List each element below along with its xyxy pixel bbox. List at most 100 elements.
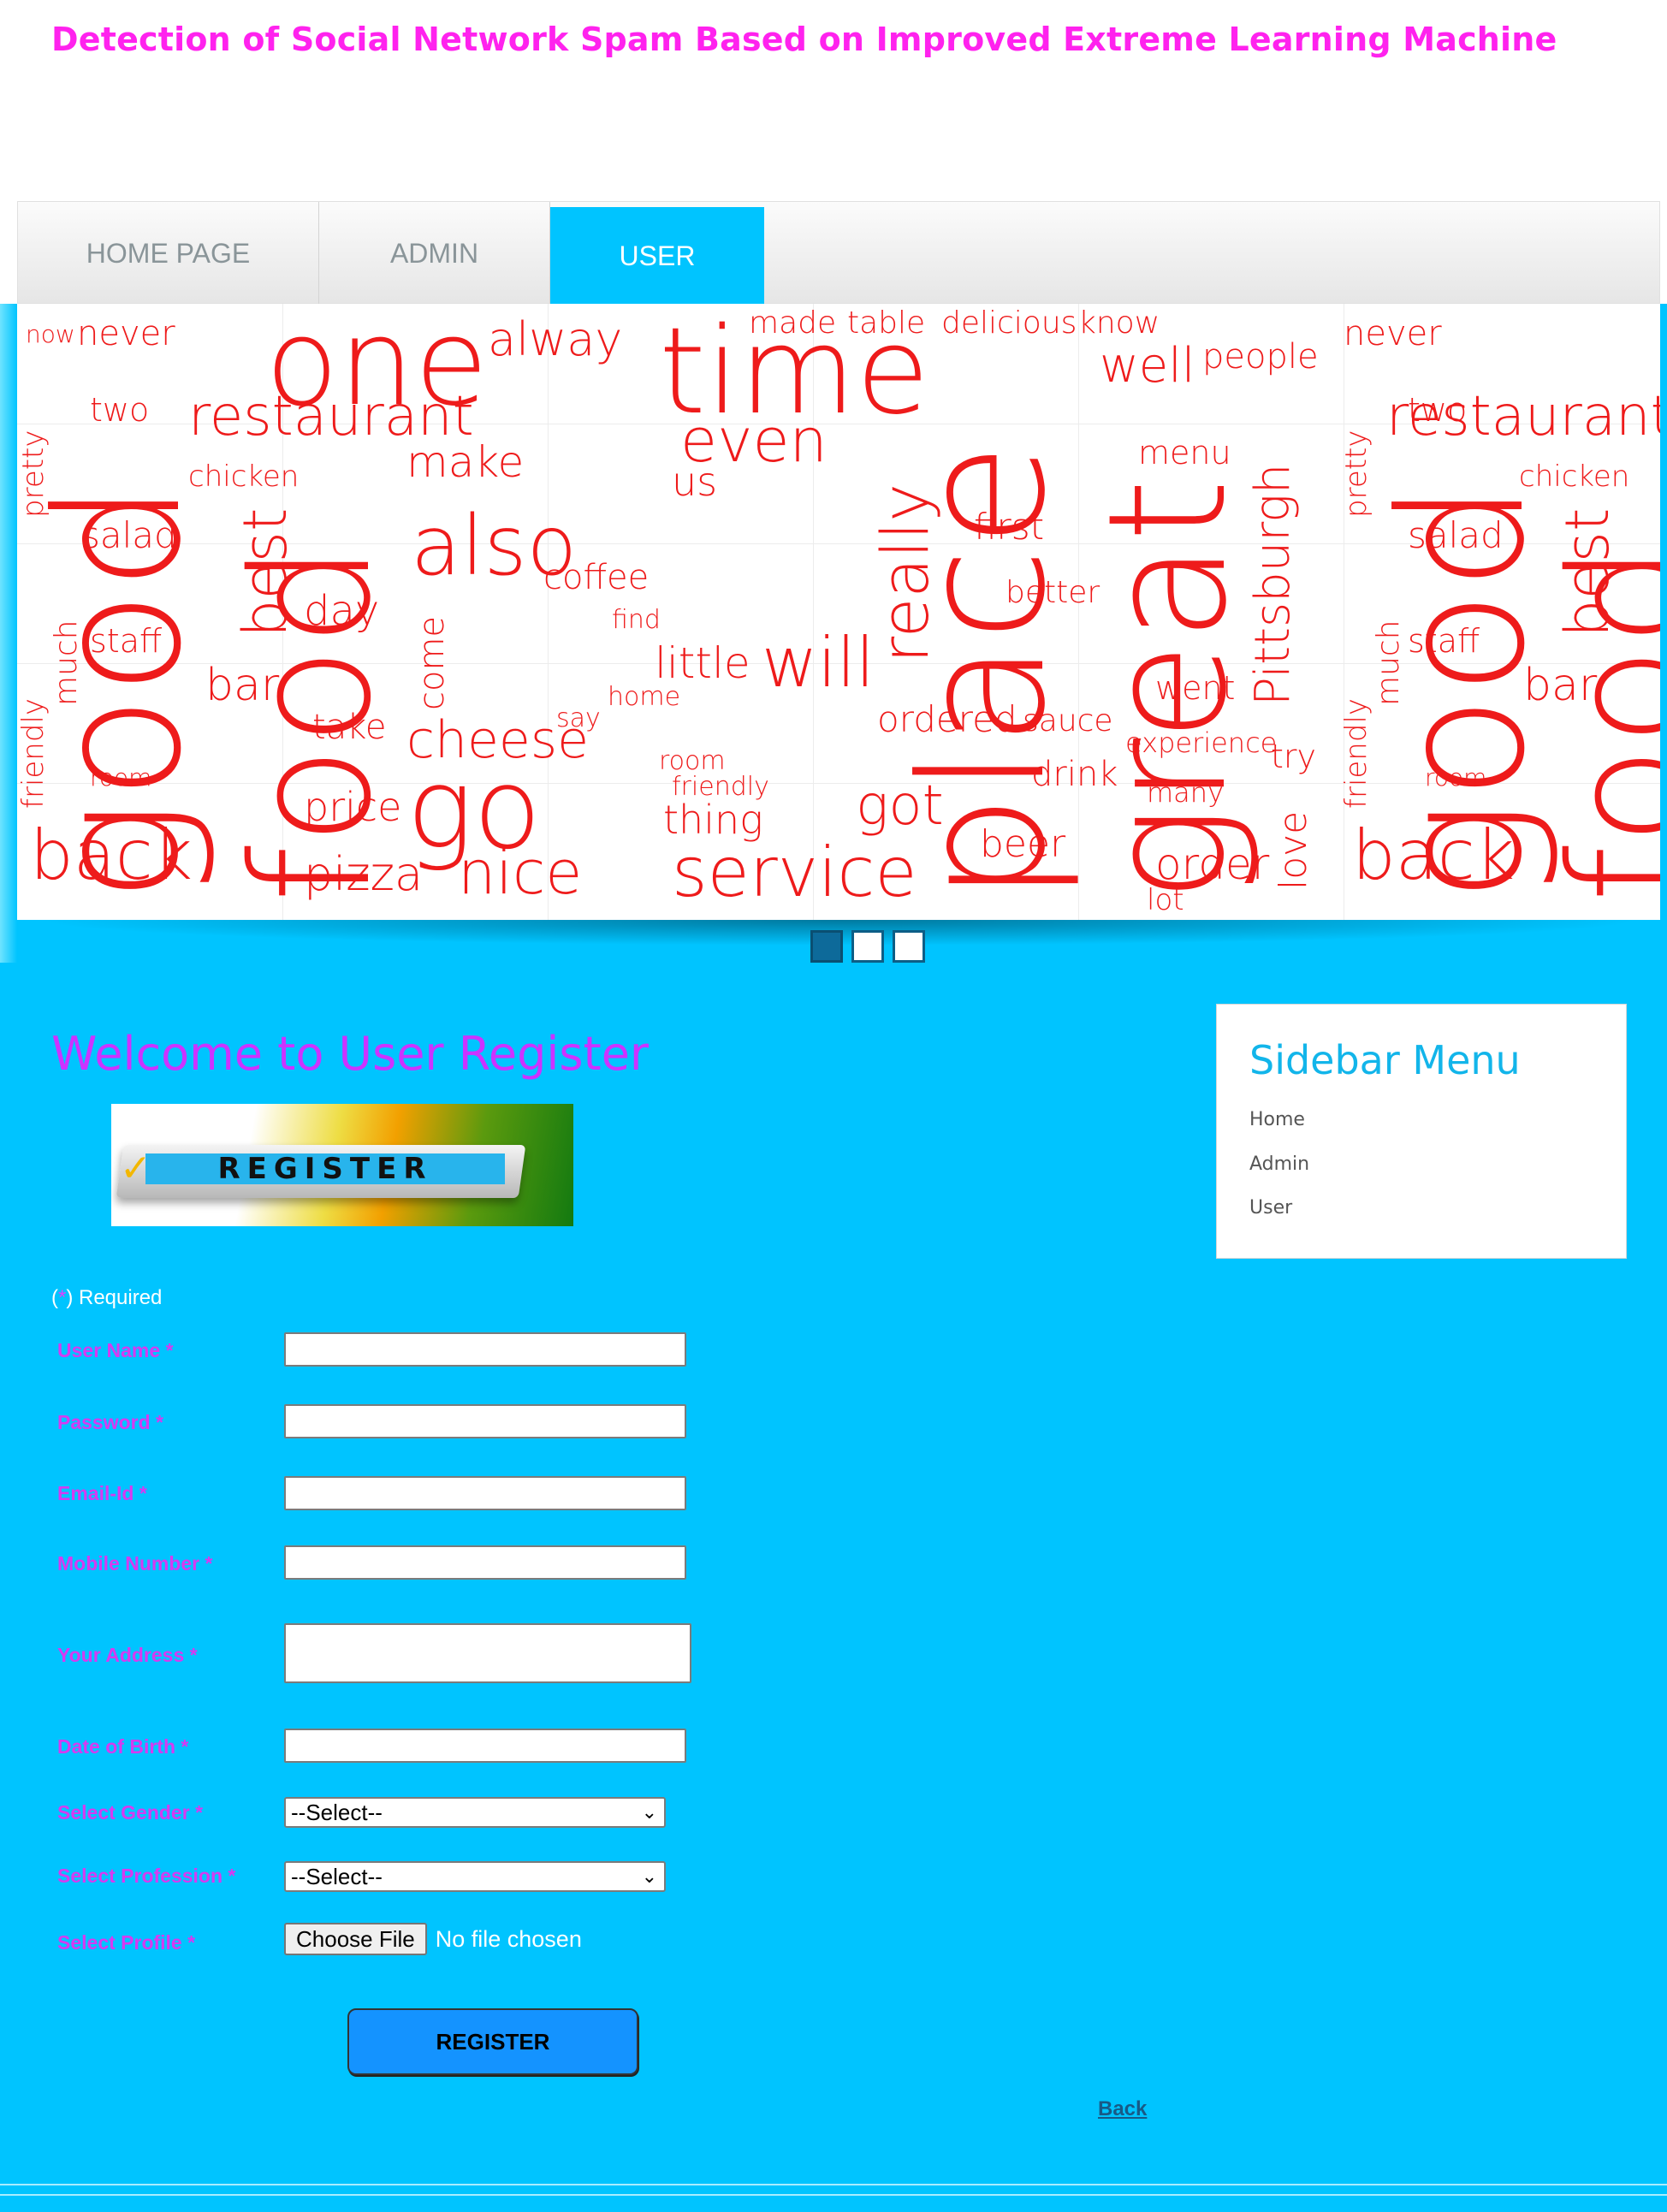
user-name-input[interactable] [284,1332,686,1367]
word-home: room [659,746,726,776]
word-drink: drink [1031,755,1118,794]
word-much: much [1371,620,1406,707]
word-friendly: friendly [1339,697,1373,809]
word-make: make [406,437,525,487]
word-us: us [672,459,718,505]
word-salad: salad [81,514,177,556]
word-better: better [1006,575,1100,610]
gender-select-value: --Select-- [291,1799,383,1825]
word-pittsburgh: Pittsburgh [1245,463,1301,706]
word-many: many [1147,776,1224,809]
word-never: never [1344,314,1442,353]
word-restaurant: restaurant [188,385,474,448]
email-label: Email-Id * [57,1482,147,1504]
dob-label: Date of Birth * [57,1735,189,1758]
word-back: back [1352,815,1516,895]
required-note: (*) Required [51,1286,162,1310]
word-went: went [1155,669,1236,707]
register-button[interactable]: REGISTER [347,2008,638,2075]
word-now: now [26,320,75,348]
chevron-down-icon: ⌄ [641,1865,657,1887]
gender-label: Select Gender * [57,1801,204,1824]
required-star: * [58,1286,67,1309]
word-bar: bar [205,660,280,711]
word-know: know [1078,305,1160,341]
email-input[interactable] [284,1476,686,1510]
word-bar: bar [1523,660,1598,711]
profile-file-input: Choose File No file chosen [284,1923,582,1955]
mobile-input[interactable] [284,1545,686,1580]
slider-dots [810,930,925,963]
word-table: table [847,305,926,341]
word-well: well [1100,338,1195,394]
word-try: try [1271,738,1317,775]
word-people: people [1202,337,1319,377]
word-salad: salad [1408,514,1504,556]
word-love: love [1272,810,1315,890]
dob-input[interactable] [284,1729,686,1763]
word-price: price [304,784,402,830]
slider-dot-2[interactable] [851,930,884,963]
word-find: say [556,703,601,733]
word-nice: nice [458,838,583,908]
word-room: room [90,763,152,792]
word-made: made [749,305,837,341]
sidebar-item-user[interactable]: User [1249,1197,1292,1219]
word-day: day [304,587,380,635]
address-textarea[interactable] [284,1623,691,1683]
nav-home-page[interactable]: HOME PAGE [18,202,319,305]
word-staff: staff [1408,622,1480,660]
word-room: room [1425,763,1487,792]
register-banner-image: ✓ REGISTER [111,1104,573,1226]
sidebar-title: Sidebar Menu [1249,1037,1521,1083]
profile-label: Select Profile * [57,1931,196,1954]
word-much: much [49,620,84,707]
word-come: come [412,615,452,710]
slider-dot-1[interactable] [810,930,843,963]
word-friendly: friendly [17,697,50,809]
sidebar-item-admin[interactable]: Admin [1249,1153,1309,1175]
register-image-label: REGISTER [145,1153,505,1184]
word-never: never [77,314,175,353]
sidebar: Sidebar Menu Home Admin User [1216,1004,1627,1259]
word-say: friendly [672,772,769,802]
profession-select[interactable]: --Select-- ⌄ [284,1861,666,1892]
choose-file-button[interactable]: Choose File [284,1923,427,1955]
required-note-close: ) Required [66,1286,163,1309]
gender-select[interactable]: --Select-- ⌄ [284,1797,666,1828]
nav-user[interactable]: USER [550,207,764,305]
word-order: order [1155,839,1270,889]
word-will: will [762,623,875,703]
word-lot: lot [1147,883,1184,917]
word-cloud-banner: good food one restaurant also best day b… [17,304,1660,920]
grid-line [548,304,549,920]
slider-dot-3[interactable] [893,930,925,963]
chevron-down-icon: ⌄ [641,1801,657,1823]
word-best: best [230,507,300,638]
word-take: take [312,708,387,747]
word-year: coffee [543,558,650,597]
page-title: Welcome to User Register [51,1027,650,1081]
banner-edge [0,304,17,963]
required-note-open: ( [51,1286,58,1309]
word-best: best [1552,507,1623,638]
word-chicken: chicken [188,460,300,494]
word-first: first [974,506,1045,548]
word-coffee: home [608,682,681,712]
password-input[interactable] [284,1404,686,1438]
word-staff: staff [90,622,163,660]
word-experience: experience [1125,726,1278,759]
profession-label: Select Profession * [57,1865,236,1887]
password-label: Password * [57,1411,163,1433]
word-two: two [1408,391,1468,429]
back-link[interactable]: Back [1098,2097,1147,2121]
footer-divider [0,2184,1667,2196]
word-pizza: pizza [304,847,424,901]
word-delicious: delicious [941,305,1077,341]
sidebar-item-home[interactable]: Home [1249,1109,1305,1130]
word-meal: find [612,605,661,635]
main-nav: HOME PAGE ADMIN USER [17,201,1660,305]
word-alway: alway [488,312,623,366]
site-title: Detection of Social Network Spam Based o… [51,21,1557,58]
nav-admin[interactable]: ADMIN [319,202,550,305]
